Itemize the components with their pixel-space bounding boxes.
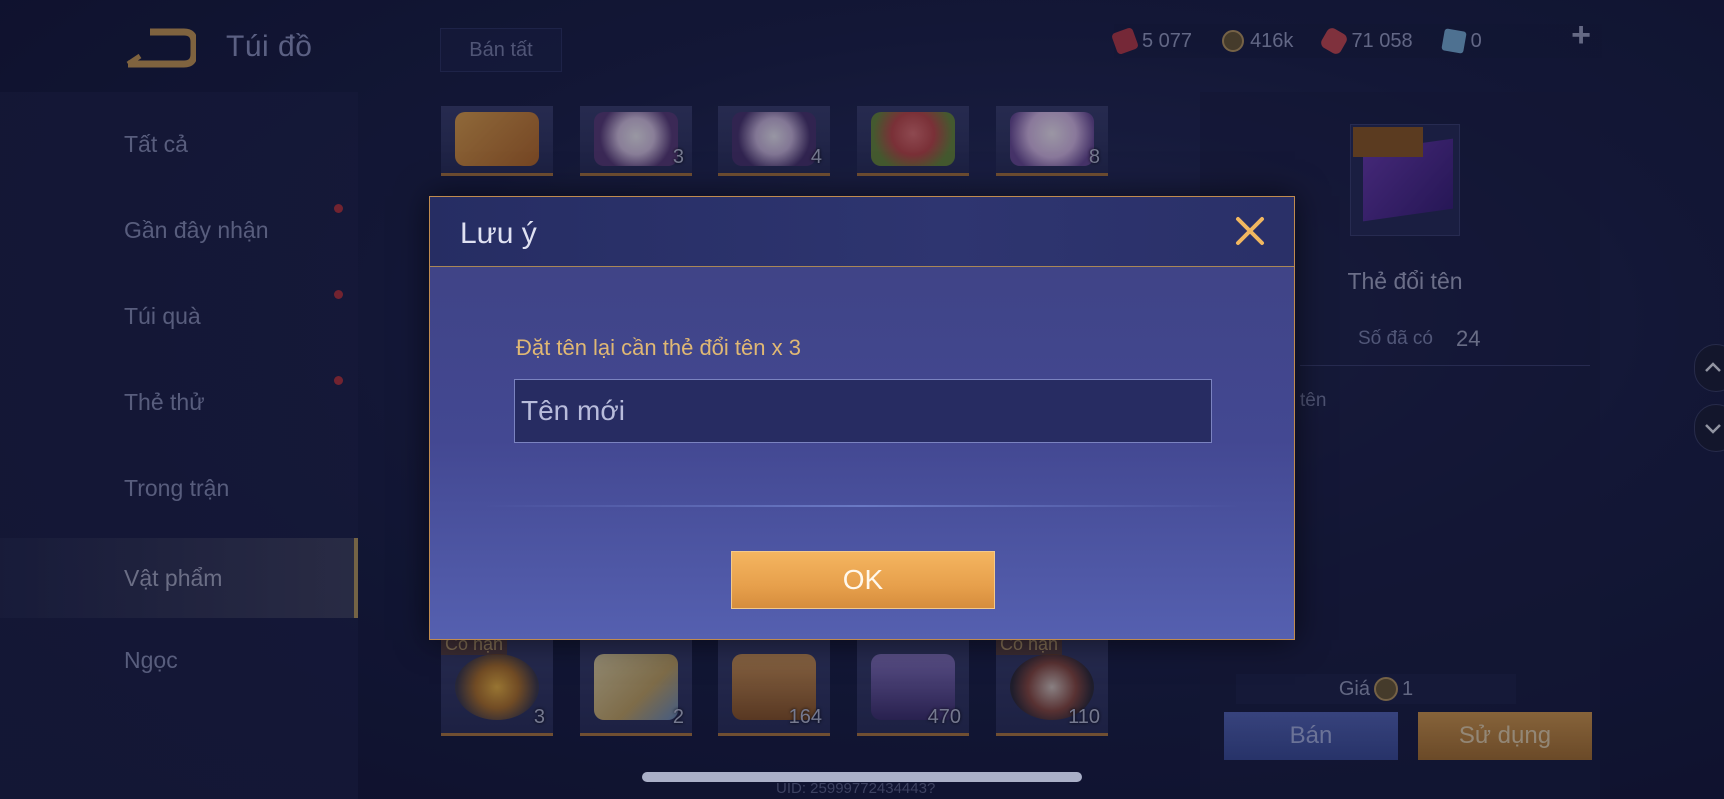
chevron-down-icon xyxy=(1705,424,1721,434)
item-quantity: 2 xyxy=(672,706,684,728)
item-quantity: 3 xyxy=(672,146,684,168)
currency-voucher-value: 5 077 xyxy=(1142,29,1193,52)
item-quantity: 470 xyxy=(927,706,961,728)
divider xyxy=(1300,365,1590,366)
player-uid: UID: 25999772434443? xyxy=(776,780,936,797)
price-value: 1 xyxy=(1402,677,1414,700)
notification-dot xyxy=(334,204,343,213)
gold-coin-icon xyxy=(1374,677,1398,701)
notification-dot xyxy=(334,376,343,385)
divider xyxy=(482,505,1242,507)
sidebar-item-label: Vật phẩm xyxy=(124,564,223,591)
sidebar-item-in-match[interactable]: Trong trận xyxy=(0,452,358,524)
sidebar-item-gems[interactable]: Ngọc xyxy=(0,624,358,696)
inventory-item[interactable]: 2 xyxy=(580,640,692,736)
currency-ruby: 71 058 xyxy=(1319,25,1413,57)
sell-all-button[interactable]: Bán tất xyxy=(440,28,562,72)
flower-bouquet-icon xyxy=(871,112,955,166)
kuromi-icon xyxy=(594,112,678,166)
ticket-card-icon xyxy=(455,112,539,166)
detail-description: tên xyxy=(1300,390,1327,411)
inventory-item[interactable]: 8 xyxy=(996,106,1108,176)
inventory-item[interactable] xyxy=(857,106,969,176)
sidebar-item-gift-bags[interactable]: Túi quà xyxy=(0,280,358,352)
kuromi-dance-icon xyxy=(732,112,816,166)
add-currency-button[interactable]: + xyxy=(1564,18,1598,52)
ok-button[interactable]: OK xyxy=(731,551,995,609)
currency-gold-value: 416k xyxy=(1250,29,1294,52)
scroll-map-icon xyxy=(594,654,678,720)
sidebar-item-label: Gần đây nhận xyxy=(124,216,269,243)
inventory-item[interactable]: Có hạn 3 xyxy=(441,634,553,736)
chevron-up-icon xyxy=(1705,362,1721,372)
blue-card-icon xyxy=(1440,28,1467,54)
sidebar-item-trial-cards[interactable]: Thẻ thử xyxy=(0,366,358,438)
scroll-up-button[interactable] xyxy=(1694,344,1724,392)
dialog-header: Lưu ý xyxy=(430,197,1294,267)
owned-label: Số đã có xyxy=(1358,328,1433,349)
rename-prompt: Đặt tên lại cần thẻ đổi tên x 3 xyxy=(516,335,801,360)
red-voucher-icon xyxy=(1110,26,1140,56)
sidebar-item-label: Trong trận xyxy=(124,474,230,501)
rename-dialog: Lưu ý Đặt tên lại cần thẻ đổi tên x 3 OK xyxy=(429,196,1295,640)
sidebar-item-all[interactable]: Tất cả xyxy=(0,108,358,180)
item-quantity: 8 xyxy=(1088,146,1100,168)
scroll-down-button[interactable] xyxy=(1694,404,1724,452)
item-quantity: 3 xyxy=(533,706,545,728)
use-button[interactable]: Sử dụng xyxy=(1418,712,1592,760)
sidebar-item-label: Túi quà xyxy=(124,302,201,329)
back-arrow-icon[interactable] xyxy=(124,28,198,68)
inventory-screen: Túi đồ Bán tất 5 077 416k 71 058 0 + Tất… xyxy=(0,0,1724,799)
sidebar-item-label: Tất cả xyxy=(124,130,188,157)
inventory-item[interactable]: Có hạn 110 xyxy=(996,634,1108,736)
sell-button[interactable]: Bán xyxy=(1224,712,1398,760)
page-title: Túi đồ xyxy=(226,30,313,63)
inventory-item[interactable]: 3 xyxy=(580,106,692,176)
owned-value: 24 xyxy=(1456,326,1481,351)
new-name-input[interactable] xyxy=(514,379,1212,443)
item-quantity: 4 xyxy=(810,146,822,168)
price-row: Giá 1 xyxy=(1236,674,1516,704)
detail-item-name: Thẻ đổi tên xyxy=(1347,268,1463,294)
inventory-item[interactable]: 164 xyxy=(718,640,830,736)
inventory-item[interactable]: 470 xyxy=(857,640,969,736)
sidebar-item-recent[interactable]: Gần đây nhận xyxy=(0,194,358,266)
item-quantity: 164 xyxy=(788,706,822,728)
currency-card: 0 xyxy=(1440,28,1482,54)
home-indicator[interactable] xyxy=(642,772,1082,782)
category-sidebar: Tất cả Gần đây nhận Túi quà Thẻ thử Tron… xyxy=(0,92,358,799)
notification-dot xyxy=(334,290,343,299)
inventory-item[interactable]: 4 xyxy=(718,106,830,176)
currency-gold: 416k xyxy=(1222,30,1293,53)
currency-bar: 5 077 416k 71 058 0 xyxy=(1110,24,1602,58)
inventory-item[interactable] xyxy=(441,106,553,176)
sidebar-item-label: Ngọc xyxy=(124,646,178,673)
rename-card-icon xyxy=(1350,124,1460,236)
price-label: Giá xyxy=(1338,677,1370,700)
gold-coin-icon xyxy=(1222,30,1245,52)
ruby-icon xyxy=(1319,25,1350,57)
dialog-title: Lưu ý xyxy=(460,217,537,250)
close-icon[interactable] xyxy=(1232,213,1268,249)
item-quantity: 110 xyxy=(1068,706,1100,728)
currency-voucher: 5 077 xyxy=(1110,26,1193,56)
moon-icon xyxy=(1010,112,1094,166)
sidebar-item-items[interactable]: Vật phẩm xyxy=(0,538,358,618)
sun-emblem-icon xyxy=(455,654,539,720)
currency-card-value: 0 xyxy=(1470,29,1482,52)
sidebar-item-label: Thẻ thử xyxy=(124,388,205,415)
currency-ruby-value: 71 058 xyxy=(1351,29,1413,52)
